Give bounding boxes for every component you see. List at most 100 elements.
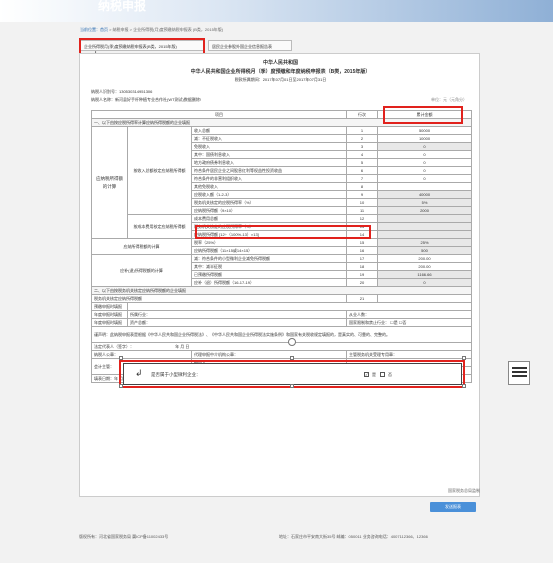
legal-rep-row: 法定代表人（签字）： 年 月 日 <box>90 342 473 351</box>
row-line: 6 <box>346 166 379 175</box>
row-item: 应纳所得税额（11×15或14×15） <box>190 246 348 255</box>
amount-input[interactable]: 0 <box>377 174 473 183</box>
restricted-no[interactable]: 否 <box>402 320 406 325</box>
table-row: 税务机关核定应纳所得税额 21 <box>90 294 473 303</box>
resize-handle[interactable] <box>462 356 466 360</box>
row-line: 12 <box>346 214 379 223</box>
amount-input[interactable]: 0 <box>377 150 473 159</box>
col-item-header: 项目 <box>90 110 348 119</box>
row-line: 18 <box>346 262 379 271</box>
breadcrumb: 当前位置：首页 > 纳税申报 > 企业所得税(月)度预缴纳税申报表 (B类，20… <box>80 27 223 33</box>
resize-handle[interactable] <box>290 384 294 388</box>
amount-input[interactable]: 0 <box>377 158 473 167</box>
row-line: 7 <box>346 174 379 183</box>
amount-value: 0 <box>377 278 473 287</box>
legal-rep-date: 年 月 日 <box>175 343 190 349</box>
group-payable-label: 应补(退)所得税额的计算 <box>91 254 192 287</box>
resize-handle[interactable] <box>290 356 294 360</box>
row-item: 已预缴所得税额 <box>190 270 348 279</box>
menu-lines-icon <box>512 367 527 379</box>
table-row: 应纳所得税额的计算 税率（25%） 15 25% <box>91 238 473 255</box>
year-label: 年度申报时填报 <box>91 310 128 319</box>
section-2-title: 二、以下由按税务机关核定应纳所得税额的企业填报 <box>90 286 473 295</box>
highlight-amount-column <box>383 106 463 124</box>
supervisor-note: 国家税务总局监制 <box>448 488 480 493</box>
contact-info: 地址：石家庄市平安南大街35号 邮编：050011 业务咨询电话：4007112… <box>279 534 428 539</box>
table-row: 纳税人公章： 代理申报中介机构公章： 主管税务机关受理专用章： <box>91 350 473 359</box>
row-item: 免税收入 <box>190 142 348 151</box>
amount-input[interactable]: 200.00 <box>377 262 473 271</box>
table-row: 预缴申报时填报 <box>91 302 473 311</box>
row-item: 税务机关核定应纳所得税额 <box>90 294 348 303</box>
taxpayer-seal: 纳税人公章： <box>91 350 192 359</box>
industry-field[interactable]: 所属行业： <box>126 310 348 319</box>
row-line: 9 <box>346 190 379 199</box>
declaration: 谨声明：此纳税申报表是根据《中华人民共和国企业所得税法》、《中华人民共和国企业所… <box>90 326 473 343</box>
rotate-handle[interactable] <box>288 338 296 346</box>
table-row: 应纳税所得额的计算 按收入总额核定应纳税所得额 收入总额 1 50000 <box>91 126 473 239</box>
table-row: 年度申报时填报 所属行业： 从业人数： <box>91 310 473 319</box>
amount-value <box>377 214 473 223</box>
row-line: 11 <box>346 206 379 215</box>
row-item: 成本费用总额 <box>190 214 348 223</box>
row-item: 其中：减半征税 <box>190 262 348 271</box>
amount-value: 0 <box>377 142 473 151</box>
row-line: 1 <box>346 126 379 135</box>
breadcrumb-path: > 纳税申报 > 企业所得税(月)度预缴纳税申报表 (B类，2015年版) <box>108 27 224 32</box>
amount-input[interactable] <box>377 182 473 191</box>
employees-label: 从业人数： <box>349 311 370 317</box>
assets-label: 资产总额： <box>130 319 150 325</box>
predict-content <box>126 302 473 311</box>
amount-value <box>377 222 473 231</box>
tab-foreign-enterprise-report[interactable]: 居民企业参股外国企业信息报告表 <box>208 40 292 51</box>
resize-handle[interactable] <box>119 384 123 388</box>
row-item: 符合条件的非营利组织收入 <box>190 174 348 183</box>
taxpayer-id: 纳税人识别号：130530314951306 <box>91 89 153 94</box>
row-line: 15 <box>346 238 379 247</box>
highlight-rate-row <box>195 225 371 239</box>
row-line: 5 <box>346 158 379 167</box>
amount-value: 1166.66 <box>377 270 473 279</box>
resize-handle[interactable] <box>119 356 123 360</box>
currency-unit: 单位：元（元角分） <box>431 97 467 102</box>
taxpayer-name: 纳税人名称：新河县好手杆种植专业合作社(WT测试)数据删除! <box>91 97 201 102</box>
restricted-field[interactable]: 国家限制和禁止行业： ☐是 ☐否 <box>346 318 473 327</box>
app-title: 纳税申报 <box>98 0 147 13</box>
restricted-yes[interactable]: 是 <box>394 320 398 325</box>
assets-field[interactable]: 资产总额： <box>126 318 348 327</box>
resize-handle[interactable] <box>462 384 466 388</box>
row-item: 符合条件居民企业之间股息红利等权益性投资收益 <box>190 166 348 175</box>
submit-button[interactable]: 发送报表 <box>430 502 476 512</box>
amount-input[interactable]: 50000 <box>377 126 473 135</box>
form-country: 中华人民共和国 <box>262 60 298 66</box>
amount-input[interactable]: 10000 <box>377 134 473 143</box>
col-line-header: 行次 <box>346 110 379 119</box>
table-row: 应补(退)所得税额的计算 减：符合条件的小型微利企业减免所得税额 17 200.00 <box>91 254 473 287</box>
row-item: 税务机关核定的应税所得率（%） <box>190 198 348 207</box>
amount-value: 25% <box>377 238 473 247</box>
group-income-label: 按收入总额核定应纳税所得额 <box>127 126 192 215</box>
agent-seal: 代理申报中介机构公章： <box>190 350 348 359</box>
row-line: 21 <box>346 294 379 303</box>
table-row: 年度申报时填报 资产总额： 国家限制和禁止行业： ☐是 ☐否 <box>91 318 473 327</box>
employees-field[interactable]: 从业人数： <box>346 310 473 319</box>
breadcrumb-home[interactable]: 当前位置：首页 <box>80 27 108 32</box>
amount-input[interactable] <box>377 294 473 303</box>
side-menu-button[interactable] <box>508 361 530 385</box>
row-line: 16 <box>346 246 379 255</box>
predict-label: 预缴申报时填报 <box>91 302 128 311</box>
row-line: 20 <box>346 278 379 287</box>
row-item: 其他免税收入 <box>190 182 348 191</box>
form-period: 税款所属期间：2017年07月01日至2017年07月31日 <box>234 77 327 82</box>
row-line: 10 <box>346 198 379 207</box>
year-label-2: 年度申报时填报 <box>91 318 128 327</box>
logo-icon <box>92 0 97 5</box>
row-item: 其中：国债利息收入 <box>190 150 348 159</box>
amount-input[interactable]: 0 <box>377 166 473 175</box>
amount-input[interactable]: 200.00 <box>377 254 473 263</box>
row-line: 17 <box>346 254 379 263</box>
header-banner: 纳税申报 <box>0 0 553 22</box>
amount-value: 5% <box>377 198 473 207</box>
industry-label: 所属行业： <box>130 311 150 317</box>
table-row: 谨声明：此纳税申报表是根据《中华人民共和国企业所得税法》、《中华人民共和国企业所… <box>90 326 473 343</box>
